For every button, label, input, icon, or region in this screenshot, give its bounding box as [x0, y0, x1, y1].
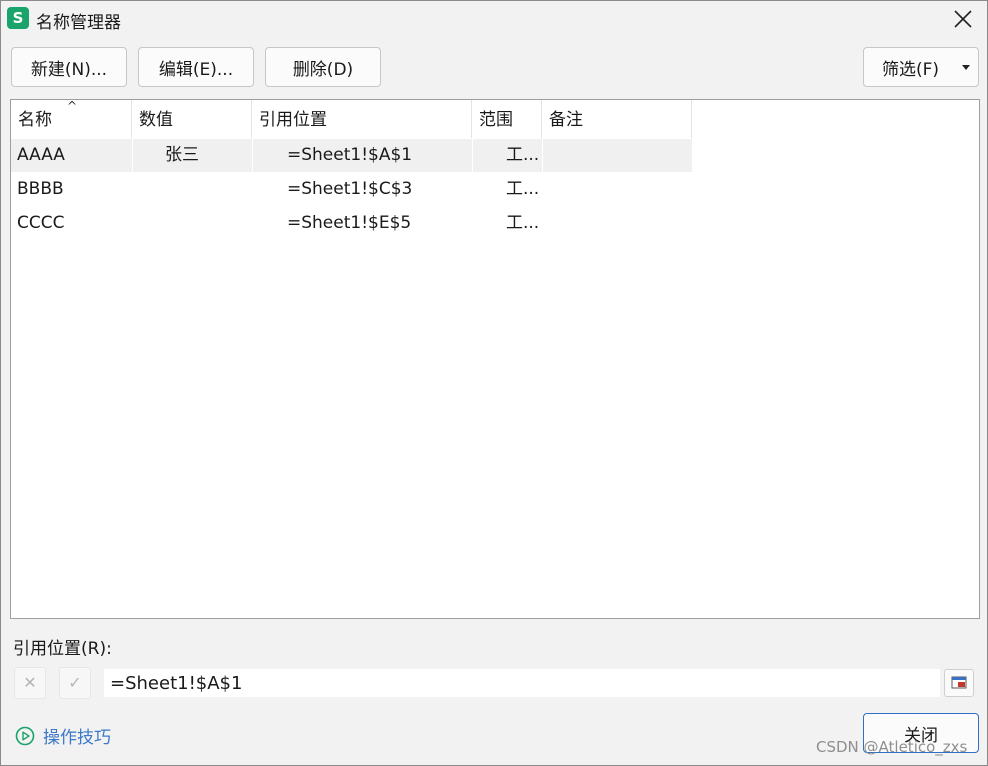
collapse-dialog-button[interactable] [944, 669, 974, 697]
cell-reference: =Sheet1!$C$3 [287, 179, 413, 199]
column-header-name-label: 名称 [18, 110, 52, 130]
cell-note [549, 139, 689, 172]
play-circle-icon [15, 726, 35, 745]
sort-ascending-icon: ^ [67, 99, 78, 113]
delete-button[interactable]: 删除(D) [265, 47, 381, 87]
table-row[interactable]: CCCC =Sheet1!$E$5 工... [11, 207, 692, 240]
cell-scope: 工... [506, 213, 540, 233]
cell-name: CCCC [17, 213, 65, 233]
reference-label: 引用位置(R): [13, 639, 112, 659]
cell-note [549, 207, 689, 240]
column-header-name[interactable]: 名称 ^ [11, 100, 132, 138]
cancel-edit-button[interactable]: ✕ [14, 667, 46, 699]
name-manager-dialog: S 名称管理器 新建(N)... 编辑(E)... 删除(D) 筛选(F) 名称… [0, 0, 988, 766]
column-header-reference[interactable]: 引用位置 [252, 100, 472, 138]
watermark: CSDN @Atletico_zxs [816, 738, 968, 756]
cell-note [549, 173, 689, 206]
window-title: 名称管理器 [36, 13, 121, 33]
title-bar[interactable]: S 名称管理器 [1, 1, 987, 39]
names-list[interactable]: 名称 ^ 数值 引用位置 范围 备注 AAAA 张三 =Sheet1!$A$1 … [10, 99, 980, 619]
column-header-scope[interactable]: 范围 [472, 100, 542, 138]
column-header-value[interactable]: 数值 [132, 100, 252, 138]
new-button[interactable]: 新建(N)... [11, 47, 127, 87]
cell-scope: 工... [506, 145, 540, 165]
confirm-edit-button[interactable]: ✓ [59, 667, 91, 699]
cell-name: BBBB [17, 179, 64, 199]
close-icon[interactable] [949, 5, 977, 33]
cell-scope: 工... [506, 179, 540, 199]
cell-value [165, 173, 245, 206]
cell-reference: =Sheet1!$A$1 [287, 145, 413, 165]
tips-link[interactable]: 操作技巧 [15, 723, 111, 748]
cell-reference: =Sheet1!$E$5 [287, 213, 412, 233]
column-header-note[interactable]: 备注 [542, 100, 692, 138]
range-select-icon [951, 676, 967, 689]
table-row[interactable]: AAAA 张三 =Sheet1!$A$1 工... [11, 139, 692, 172]
reference-input[interactable] [104, 669, 940, 697]
filter-button-label: 筛选(F) [882, 59, 940, 80]
chevron-down-icon[interactable] [962, 65, 970, 70]
filter-button[interactable]: 筛选(F) [863, 47, 979, 87]
app-icon: S [7, 7, 29, 29]
cell-name: AAAA [17, 145, 65, 165]
cell-value: 张三 [165, 145, 199, 165]
table-row[interactable]: BBBB =Sheet1!$C$3 工... [11, 173, 692, 206]
tips-link-label: 操作技巧 [43, 728, 111, 748]
edit-button[interactable]: 编辑(E)... [138, 47, 254, 87]
cell-value [165, 207, 245, 240]
